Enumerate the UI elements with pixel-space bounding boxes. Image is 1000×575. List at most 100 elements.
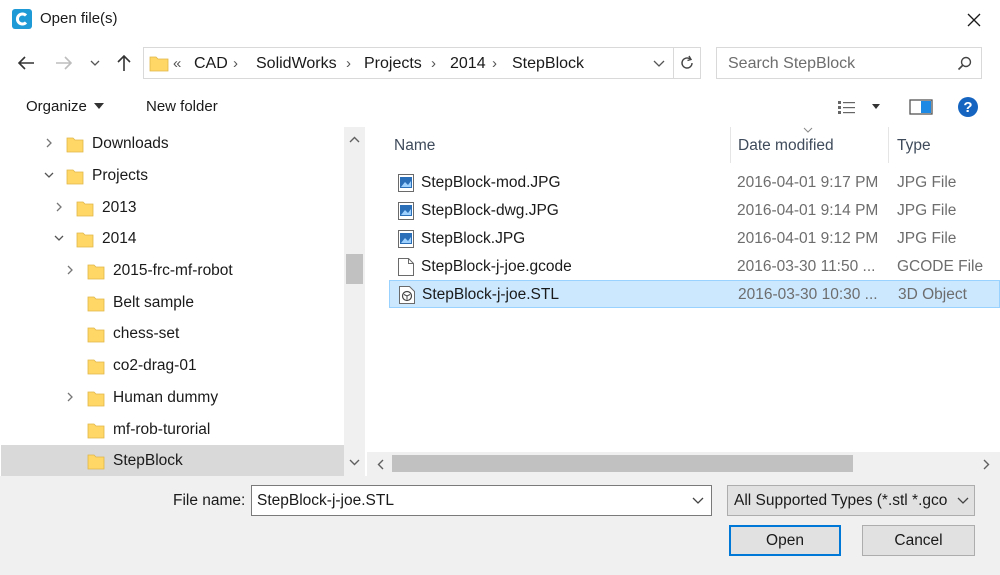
details-view-icon xyxy=(838,101,880,114)
file-type-select[interactable]: All Supported Types (*.stl *.gco xyxy=(727,485,975,516)
tree-item-label: 2014 xyxy=(102,230,137,247)
tree-item-chess-set[interactable]: chess-set xyxy=(1,318,344,349)
breadcrumb-2014[interactable]: 2014 xyxy=(450,55,486,73)
image-file-icon xyxy=(398,202,414,220)
breadcrumb-stepblock[interactable]: StepBlock xyxy=(512,55,584,73)
tree-item-mf-rob-turorial[interactable]: mf-rob-turorial xyxy=(1,414,344,445)
chevron-down-icon xyxy=(44,172,54,178)
tree-item-human-dummy[interactable]: Human dummy xyxy=(1,382,344,413)
tree-item-2013[interactable]: 2013 xyxy=(1,192,344,223)
tree-item-co2-drag-01[interactable]: co2-drag-01 xyxy=(1,350,344,381)
breadcrumb-overflow[interactable]: « xyxy=(173,55,181,72)
organize-label: Organize xyxy=(26,98,87,115)
refresh-icon xyxy=(681,55,693,69)
up-button[interactable] xyxy=(112,51,136,75)
file-name-input[interactable]: StepBlock-j-joe.STL xyxy=(251,485,712,516)
help-button[interactable]: ? xyxy=(957,96,979,118)
file-type-value: All Supported Types (*.stl *.gco xyxy=(734,492,948,509)
folder-icon xyxy=(66,169,84,185)
file-row[interactable]: StepBlock-j-joe.gcode 2016-03-30 11:50 .… xyxy=(389,253,1000,281)
file-name: StepBlock-dwg.JPG xyxy=(421,202,559,219)
breadcrumb-cad[interactable]: CAD xyxy=(194,55,228,73)
cancel-button[interactable]: Cancel xyxy=(862,525,975,556)
column-header-date-modified[interactable]: Date modified xyxy=(738,137,834,155)
file-row[interactable]: StepBlock.JPG 2016-04-01 9:12 PM JPG Fil… xyxy=(389,225,1000,253)
file-date: 2016-03-30 11:50 ... xyxy=(737,258,876,275)
tree-item-label: chess-set xyxy=(113,325,180,342)
folder-icon xyxy=(149,56,169,72)
divider xyxy=(673,48,674,78)
column-divider[interactable] xyxy=(730,127,731,163)
scroll-up-icon xyxy=(349,136,360,143)
chevron-down-icon xyxy=(54,235,64,241)
close-button[interactable] xyxy=(958,6,990,34)
open-label: Open xyxy=(766,531,804,549)
arrow-up-icon xyxy=(117,54,131,71)
chevron-right-icon xyxy=(46,138,52,148)
file-name-value: StepBlock-j-joe.STL xyxy=(257,492,394,509)
tree-scrollbar[interactable] xyxy=(344,127,365,476)
file-list[interactable]: Name Date modified Type StepBlock-mod.JP… xyxy=(367,127,1000,452)
chevron-down-icon xyxy=(692,497,704,504)
back-button[interactable] xyxy=(14,51,38,75)
navigation-tree[interactable]: Downloads Projects 2013 2014 2015-frc-mf… xyxy=(1,127,344,476)
breadcrumb-separator[interactable]: › xyxy=(346,55,351,72)
tree-item-belt-sample[interactable]: Belt sample xyxy=(1,287,344,318)
file-date: 2016-04-01 9:12 PM xyxy=(737,230,879,247)
column-divider[interactable] xyxy=(888,127,889,163)
file-type: JPG File xyxy=(897,202,957,219)
arrow-right-icon xyxy=(56,56,73,70)
svg-text:?: ? xyxy=(963,99,972,116)
folder-icon xyxy=(87,264,105,280)
3d-object-file-icon xyxy=(399,286,415,304)
chevron-right-icon xyxy=(56,202,62,212)
address-bar[interactable]: « CAD › SolidWorks › Projects › 2014 › S… xyxy=(143,47,701,79)
sort-indicator-icon xyxy=(803,127,813,133)
tree-item-label: 2015-frc-mf-robot xyxy=(113,262,233,279)
file-list-hscroll-thumb[interactable] xyxy=(392,455,853,472)
column-header-type[interactable]: Type xyxy=(897,137,931,155)
breadcrumb-separator[interactable]: › xyxy=(233,55,238,72)
chevron-right-icon xyxy=(67,392,73,402)
new-folder-button[interactable]: New folder xyxy=(146,98,218,115)
folder-icon xyxy=(87,391,105,407)
file-name-label: File name: xyxy=(173,492,246,509)
file-row[interactable]: StepBlock-mod.JPG 2016-04-01 9:17 PM JPG… xyxy=(389,169,1000,197)
tree-item-label: 2013 xyxy=(102,199,137,216)
blank-file-icon xyxy=(398,258,414,276)
file-name: StepBlock.JPG xyxy=(421,230,526,247)
breadcrumb-separator[interactable]: › xyxy=(492,55,497,72)
file-date: 2016-04-01 9:14 PM xyxy=(737,202,879,219)
tree-item-label: Belt sample xyxy=(113,294,194,311)
recent-locations-button[interactable] xyxy=(86,51,104,75)
image-file-icon xyxy=(398,174,414,192)
tree-scroll-thumb[interactable] xyxy=(346,254,363,284)
tree-item-stepblock[interactable]: StepBlock xyxy=(1,445,344,476)
tree-item-downloads[interactable]: Downloads xyxy=(1,128,344,159)
help-icon: ? xyxy=(958,97,978,117)
preview-pane-button[interactable] xyxy=(909,98,933,116)
open-button[interactable]: Open xyxy=(729,525,841,556)
forward-button[interactable] xyxy=(52,51,76,75)
tree-item-projects[interactable]: Projects xyxy=(1,160,344,191)
column-header-name[interactable]: Name xyxy=(394,137,435,155)
search-input[interactable]: Search StepBlock xyxy=(716,47,982,79)
tree-item-2015-frc-mf-robot[interactable]: 2015-frc-mf-robot xyxy=(1,255,344,286)
file-type: JPG File xyxy=(897,174,957,191)
address-dropdown-icon xyxy=(653,60,665,67)
file-row[interactable]: StepBlock-dwg.JPG 2016-04-01 9:14 PM JPG… xyxy=(389,197,1000,225)
breadcrumb-solidworks[interactable]: SolidWorks xyxy=(256,55,337,73)
breadcrumb-separator[interactable]: › xyxy=(431,55,436,72)
window-title: Open file(s) xyxy=(40,10,118,27)
preview-pane-icon xyxy=(909,99,933,115)
folder-icon xyxy=(87,296,105,312)
organize-button[interactable]: Organize xyxy=(26,98,87,115)
cancel-label: Cancel xyxy=(894,531,943,549)
new-folder-label: New folder xyxy=(146,98,218,115)
change-view-button[interactable] xyxy=(836,98,884,116)
breadcrumb-projects[interactable]: Projects xyxy=(364,55,422,73)
tree-item-2014[interactable]: 2014 xyxy=(1,223,344,254)
tree-item-label: StepBlock xyxy=(113,452,183,469)
folder-icon xyxy=(76,232,94,248)
file-row-selected[interactable]: StepBlock-j-joe.STL 2016-03-30 10:30 ...… xyxy=(389,280,1000,308)
